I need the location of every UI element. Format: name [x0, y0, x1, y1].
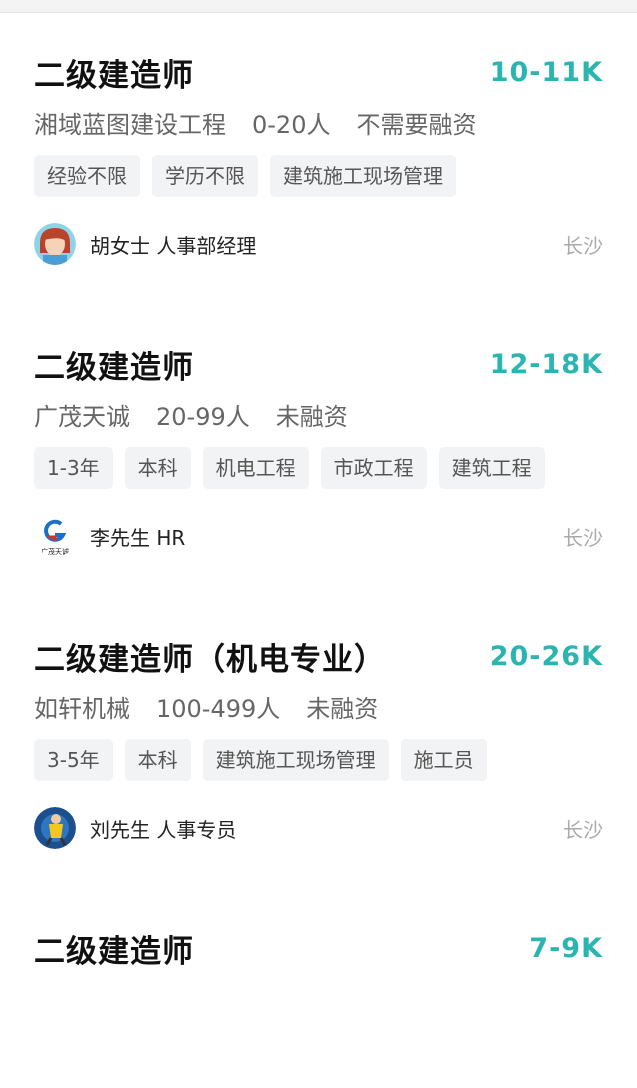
- salary: 12-18K: [489, 348, 603, 380]
- funding-stage: 未融资: [275, 402, 348, 431]
- company-name: 如轩机械: [34, 694, 130, 723]
- salary: 20-26K: [489, 640, 603, 672]
- job-title-row: 二级建造师 10-11K: [34, 50, 603, 94]
- job-card[interactable]: 二级建造师 12-18K 广茂天诚 20-99人 未融资 1-3年 本科 机电工…: [0, 304, 637, 596]
- man-avatar-icon: [34, 807, 76, 849]
- company-name: 湘域蓝图建设工程: [34, 110, 226, 139]
- recruiter-name: 李先生 HR: [90, 525, 186, 550]
- woman-avatar-icon: [34, 223, 76, 265]
- tag: 市政工程: [320, 447, 427, 489]
- tag: 施工员: [400, 739, 487, 781]
- tag: 建筑施工现场管理: [202, 739, 389, 781]
- company-size: 100-499人: [156, 694, 281, 723]
- tag-list: 经验不限 学历不限 建筑施工现场管理: [34, 155, 456, 197]
- company-name: 广茂天诚: [34, 402, 130, 431]
- tag: 建筑工程: [438, 447, 545, 489]
- company-size: 20-99人: [156, 402, 250, 431]
- job-card[interactable]: 二级建造师 7-9K: [0, 888, 637, 1088]
- company-info: 如轩机械 100-499人 未融资: [34, 688, 404, 724]
- job-title: 二级建造师: [34, 933, 194, 970]
- company-info: 湘域蓝图建设工程 0-20人 不需要融资: [34, 104, 502, 140]
- tag: 经验不限: [34, 155, 140, 197]
- company-info: 广茂天诚 20-99人 未融资: [34, 396, 374, 432]
- job-title: 二级建造师: [34, 349, 194, 386]
- job-card[interactable]: 二级建造师（机电专业） 20-26K 如轩机械 100-499人 未融资 3-5…: [0, 596, 637, 888]
- location: 长沙: [563, 233, 603, 258]
- funding-stage: 不需要融资: [356, 110, 477, 139]
- tag: 1-3年: [34, 447, 113, 489]
- job-title-row: 二级建造师 12-18K: [34, 342, 603, 386]
- job-list: 二级建造师 10-11K 湘域蓝图建设工程 0-20人 不需要融资 经验不限 学…: [0, 12, 637, 1088]
- salary: 7-9K: [529, 932, 603, 964]
- tag: 机电工程: [202, 447, 309, 489]
- funding-stage: 未融资: [306, 694, 379, 723]
- recruiter-row: 广茂天诚 李先生 HR 长沙: [34, 514, 603, 558]
- tag: 建筑施工现场管理: [270, 155, 456, 197]
- tag-list: 1-3年 本科 机电工程 市政工程 建筑工程: [34, 447, 545, 489]
- tag: 3-5年: [34, 739, 113, 781]
- company-size: 0-20人: [252, 110, 331, 139]
- recruiter-name: 刘先生 人事专员: [90, 817, 237, 842]
- tag-list: 3-5年 本科 建筑施工现场管理 施工员: [34, 739, 487, 781]
- tag: 本科: [124, 739, 191, 781]
- job-card[interactable]: 二级建造师 10-11K 湘域蓝图建设工程 0-20人 不需要融资 经验不限 学…: [0, 12, 637, 304]
- recruiter-name: 胡女士 人事部经理: [90, 233, 257, 258]
- company-logo-text: 广茂天诚: [41, 547, 69, 556]
- tag: 学历不限: [152, 155, 258, 197]
- job-title-row: 二级建造师（机电专业） 20-26K: [34, 634, 603, 678]
- tag: 本科: [124, 447, 191, 489]
- job-title-row: 二级建造师 7-9K: [34, 926, 603, 970]
- salary: 10-11K: [489, 56, 603, 88]
- location: 长沙: [563, 525, 603, 550]
- company-logo-icon: 广茂天诚: [34, 515, 76, 557]
- recruiter-row: 胡女士 人事部经理 长沙: [34, 222, 603, 266]
- location: 长沙: [563, 817, 603, 842]
- job-title: 二级建造师: [34, 57, 194, 94]
- recruiter-row: 刘先生 人事专员 长沙: [34, 806, 603, 850]
- job-title: 二级建造师（机电专业）: [34, 641, 386, 678]
